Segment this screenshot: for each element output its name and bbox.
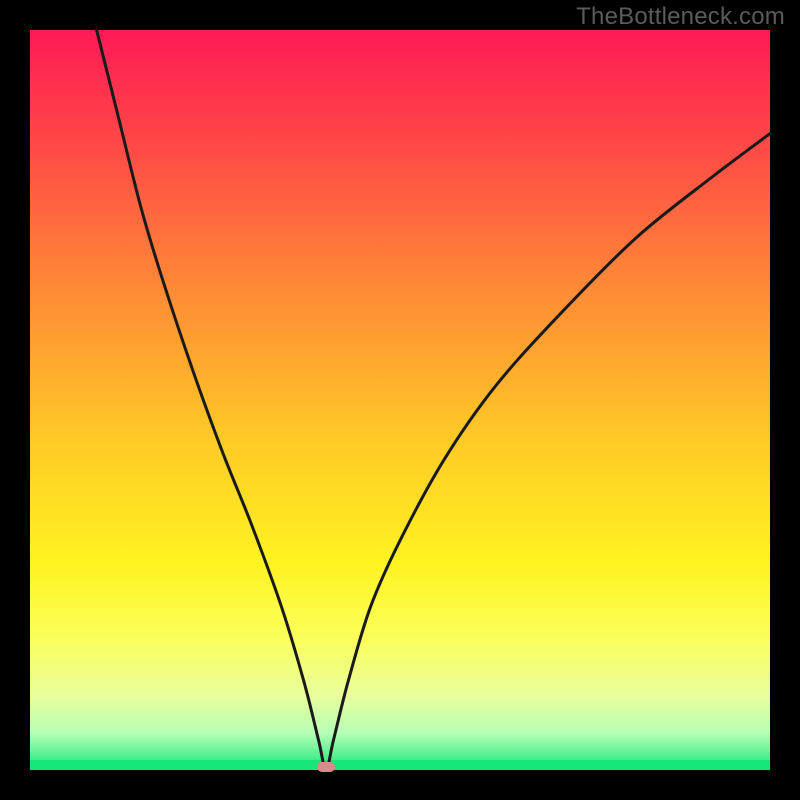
plot-background [30, 30, 770, 770]
bottleneck-chart [0, 0, 800, 800]
optimal-marker [317, 762, 335, 772]
baseline-green [30, 760, 770, 770]
watermark-text: TheBottleneck.com [576, 3, 785, 31]
chart-container: { "watermark": "TheBottleneck.com", "cha… [0, 0, 800, 800]
